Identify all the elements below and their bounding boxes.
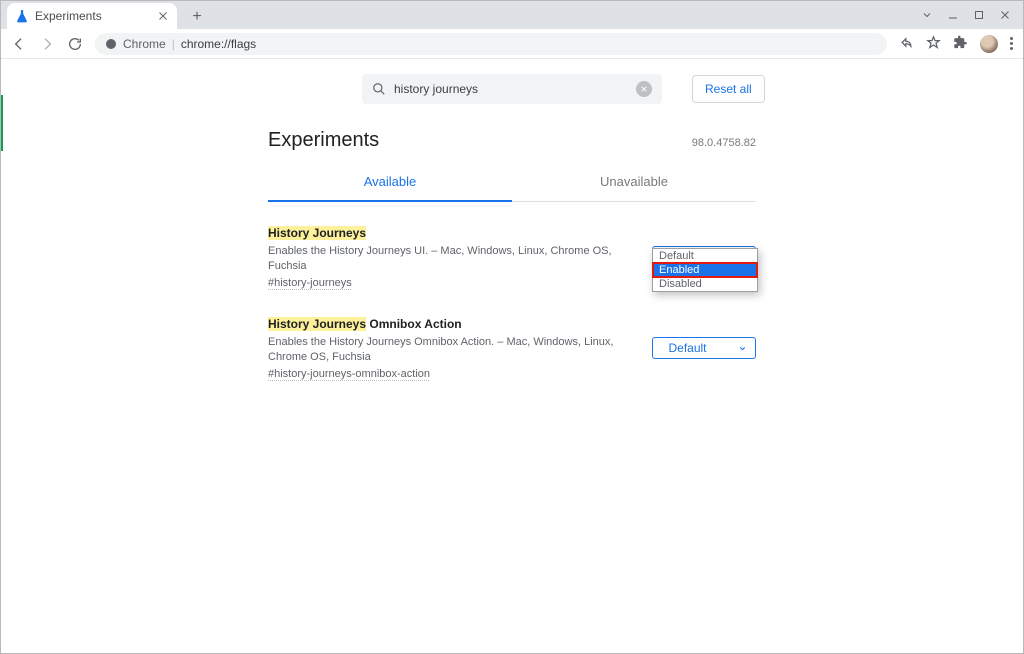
flag-select[interactable]: Default — [652, 337, 756, 359]
chrome-menu-button[interactable] — [1010, 37, 1013, 50]
site-info-icon — [105, 38, 117, 50]
omnibox[interactable]: Chrome | chrome://flags — [95, 33, 887, 55]
flag-item: History Journeys Enables the History Jou… — [268, 226, 756, 289]
forward-button[interactable] — [39, 36, 55, 52]
profile-avatar[interactable] — [980, 35, 998, 53]
reload-button[interactable] — [67, 36, 83, 52]
tab-available[interactable]: Available — [268, 162, 512, 201]
flag-hash-link[interactable]: #history-journeys-omnibox-action — [268, 368, 632, 380]
flags-search-value: history journeys — [394, 82, 628, 96]
flag-title: History Journeys — [268, 226, 632, 240]
close-window-icon[interactable] — [999, 9, 1011, 21]
flag-title: History Journeys Omnibox Action — [268, 317, 632, 331]
flag-option-enabled[interactable]: Enabled — [653, 263, 757, 277]
reset-all-button[interactable]: Reset all — [692, 75, 765, 103]
chevron-down-icon — [738, 344, 747, 353]
browser-toolbar: Chrome | chrome://flags — [1, 29, 1023, 59]
flag-option-disabled[interactable]: Disabled — [653, 277, 757, 291]
browser-tab-title: Experiments — [35, 9, 151, 23]
minimize-icon[interactable] — [947, 9, 959, 21]
browser-tab[interactable]: Experiments — [7, 3, 177, 29]
flask-icon — [15, 9, 29, 23]
chevron-down-icon[interactable] — [921, 9, 933, 21]
bookmark-icon[interactable] — [926, 35, 941, 53]
clear-search-button[interactable] — [636, 81, 652, 97]
flag-select-dropdown: Default Enabled Disabled — [652, 248, 758, 292]
tabstrip: Experiments + — [1, 1, 209, 29]
back-button[interactable] — [11, 36, 27, 52]
search-icon — [372, 82, 386, 96]
maximize-icon[interactable] — [973, 9, 985, 21]
new-tab-button[interactable]: + — [185, 5, 209, 29]
page-title: Experiments — [268, 129, 379, 152]
share-icon[interactable] — [899, 35, 914, 53]
flag-description: Enables the History Journeys UI. – Mac, … — [268, 244, 632, 275]
flags-tabs: Available Unavailable — [268, 162, 756, 202]
omnibox-origin: Chrome — [123, 37, 166, 51]
tab-unavailable[interactable]: Unavailable — [512, 162, 756, 201]
flag-hash-link[interactable]: #history-journeys — [268, 277, 632, 289]
flag-item: History Journeys Omnibox Action Enables … — [268, 317, 756, 380]
window-controls — [909, 1, 1023, 29]
flags-search-box[interactable]: history journeys — [362, 74, 662, 104]
omnibox-path: chrome://flags — [181, 37, 256, 51]
page-content: history journeys Reset all Experiments 9… — [1, 59, 1023, 653]
close-tab-icon[interactable] — [157, 10, 169, 22]
extensions-icon[interactable] — [953, 35, 968, 53]
flag-description: Enables the History Journeys Omnibox Act… — [268, 335, 632, 366]
version-label: 98.0.4758.82 — [692, 137, 756, 149]
flag-option-default[interactable]: Default — [653, 249, 757, 263]
browser-titlebar: Experiments + — [1, 1, 1023, 29]
